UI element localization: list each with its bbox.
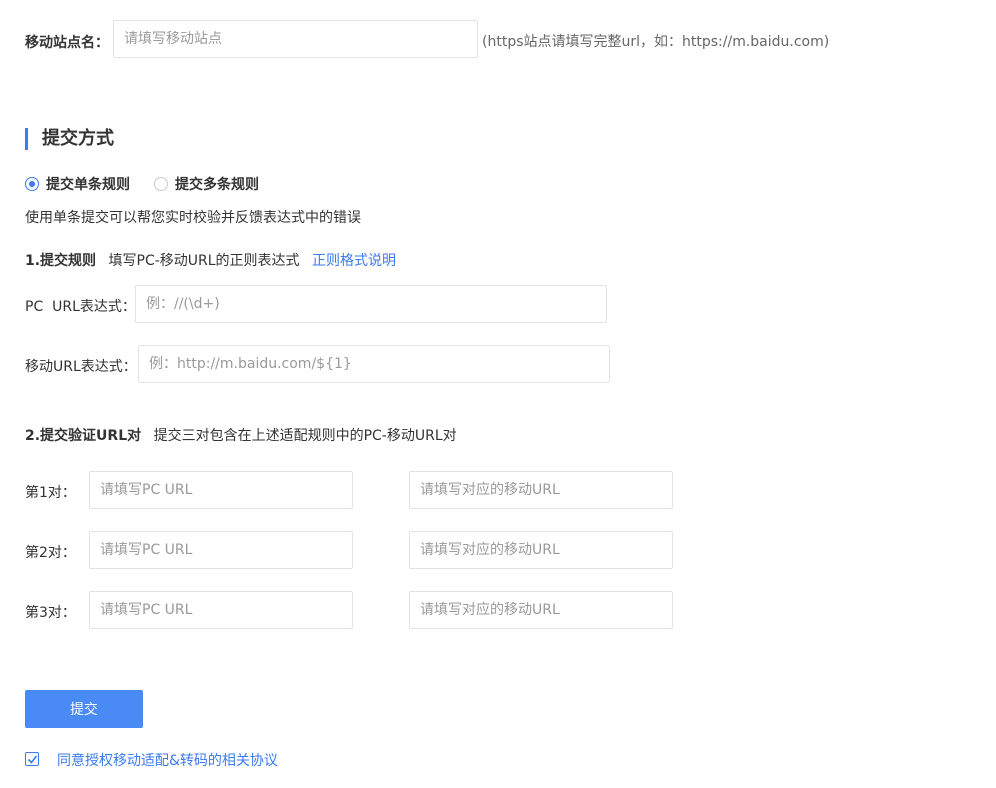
pair3-mobile-url-input[interactable] xyxy=(409,591,673,629)
step2-description: 提交三对包含在上述适配规则中的PC-移动URL对 xyxy=(153,428,457,444)
pair2-mobile-url-input[interactable] xyxy=(409,531,673,569)
mobile-url-regex-input[interactable] xyxy=(138,345,610,383)
pc-url-regex-label: PC URL表达式： xyxy=(25,299,136,315)
step1-description: 填写PC-移动URL的正则表达式 xyxy=(108,253,300,269)
section-title-submit-mode: 提交方式 xyxy=(25,128,114,150)
pair1-mobile-url-input[interactable] xyxy=(409,471,673,509)
agreement-checkbox[interactable] xyxy=(25,752,39,766)
regex-help-link[interactable]: 正则格式说明 xyxy=(312,253,396,269)
pair1-label: 第1对： xyxy=(25,485,76,501)
radio-single-rule-label: 提交单条规则 xyxy=(46,177,130,193)
pair2-label: 第2对： xyxy=(25,545,76,561)
submit-mode-radio-group: 提交单条规则 提交多条规则 xyxy=(25,174,283,194)
radio-checked-icon xyxy=(25,177,39,191)
radio-multi-rule-label: 提交多条规则 xyxy=(175,177,259,193)
submit-button[interactable]: 提交 xyxy=(25,690,143,728)
step2-header: 2.提交验证URL对 提交三对包含在上述适配规则中的PC-移动URL对 xyxy=(25,425,457,445)
radio-unchecked-icon xyxy=(154,177,168,191)
step2-title: 2.提交验证URL对 xyxy=(25,428,142,444)
mobile-site-input[interactable] xyxy=(113,20,478,58)
pair3-label: 第3对： xyxy=(25,605,76,621)
pair3-pc-url-input[interactable] xyxy=(89,591,353,629)
pair1-pc-url-input[interactable] xyxy=(89,471,353,509)
mobile-site-label: 移动站点名： xyxy=(25,35,109,51)
checkmark-icon xyxy=(27,755,38,764)
pc-url-regex-input[interactable] xyxy=(135,285,607,323)
pair2-pc-url-input[interactable] xyxy=(89,531,353,569)
submit-mode-description: 使用单条提交可以帮您实时校验并反馈表达式中的错误 xyxy=(25,210,361,226)
radio-single-rule[interactable]: 提交单条规则 xyxy=(25,174,130,194)
mobile-site-hint: (https站点请填写完整url，如：https://m.baidu.com) xyxy=(482,34,830,50)
agreement-link[interactable]: 同意授权移动适配&转码的相关协议 xyxy=(57,750,278,770)
mobile-url-regex-label: 移动URL表达式： xyxy=(25,359,137,375)
step1-title: 1.提交规则 xyxy=(25,253,97,269)
radio-multi-rule[interactable]: 提交多条规则 xyxy=(154,174,259,194)
step1-header: 1.提交规则 填写PC-移动URL的正则表达式 正则格式说明 xyxy=(25,250,396,270)
